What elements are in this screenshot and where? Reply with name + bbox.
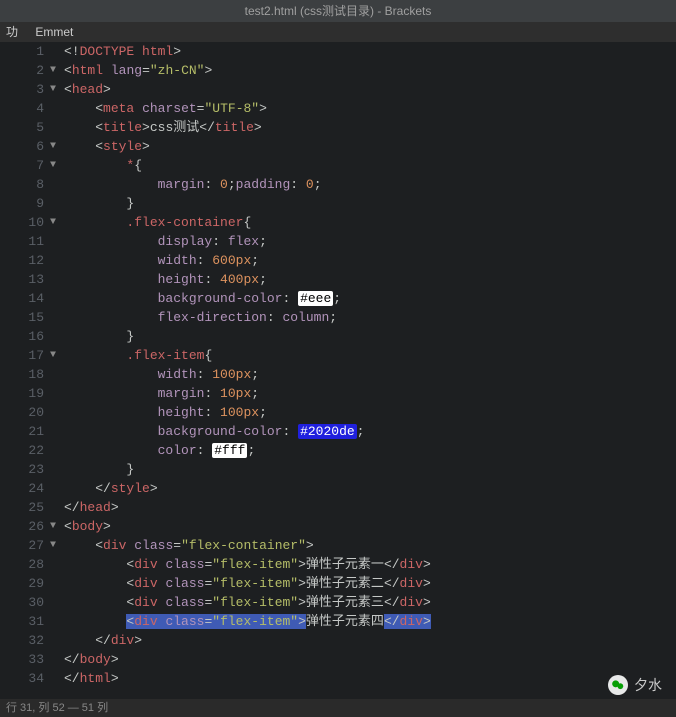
menu-item[interactable]: Emmet: [35, 25, 73, 39]
watermark: 夕水: [608, 675, 662, 695]
menu-item[interactable]: 功: [6, 25, 18, 39]
code-editor[interactable]: 12▼3▼456▼7▼8910▼11121314151617▼181920212…: [0, 42, 676, 699]
line-number-gutter: 12▼3▼456▼7▼8910▼11121314151617▼181920212…: [0, 42, 50, 699]
watermark-label: 夕水: [634, 675, 662, 695]
code-area[interactable]: <!DOCTYPE html><html lang="zh-CN"><head>…: [50, 42, 676, 699]
status-bar: 行 31, 列 52 — 51 列: [0, 699, 676, 717]
wechat-icon: [608, 675, 628, 695]
menu-bar: 功 Emmet: [0, 22, 676, 42]
window-titlebar: test2.html (css测试目录) - Brackets: [0, 0, 676, 22]
